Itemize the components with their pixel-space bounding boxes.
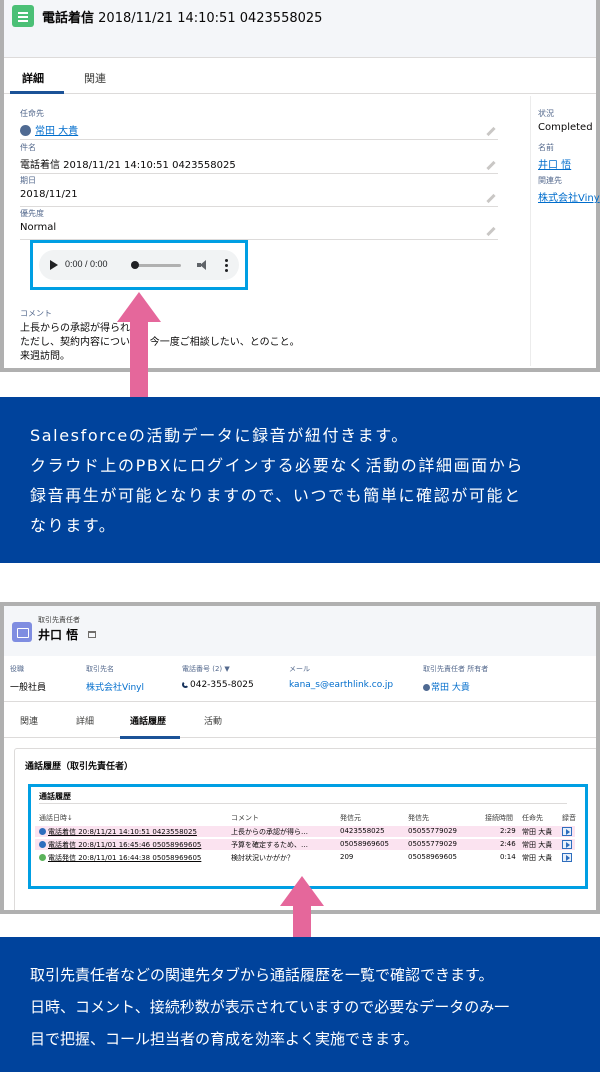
record-tabs: 関連 詳細 通話履歴 活動 <box>4 702 596 738</box>
assigned-to-link[interactable]: 常田 大貴 <box>20 122 498 137</box>
highlight-account: 取引先名 株式会社Vinyl <box>86 665 144 693</box>
table-row: 電話着信 20:8/11/01 16:45:46 05058969605 予算を… <box>35 839 575 850</box>
incoming-call-icon <box>39 828 46 835</box>
highlight-owner: 取引先責任者 所有者 常田 大貴 <box>423 665 489 693</box>
field-assigned-to: 任命先 常田 大貴 <box>20 108 498 140</box>
task-icon <box>12 5 34 27</box>
pointer-arrow-head <box>117 292 161 322</box>
volume-icon[interactable] <box>197 260 209 270</box>
email-link[interactable]: kana_s@earthlink.co.jp <box>289 680 393 690</box>
audio-progress-thumb[interactable] <box>131 261 139 269</box>
phone-value[interactable]: 042-355-8025 <box>182 680 254 690</box>
activity-detail-panel: 電話着信 2018/11/21 14:10:51 0423558025 詳細 関… <box>4 0 600 368</box>
column-divider <box>530 96 531 366</box>
contact-screenshot: 取引先責任者 井口 悟 役職 一般社員 取引先名 株式会社Vinyl 電話番号 … <box>0 602 600 914</box>
field-due-date: 期日 2018/11/21 <box>20 175 498 207</box>
play-icon[interactable] <box>50 260 58 270</box>
audio-time: 0:00 / 0:00 <box>65 259 108 269</box>
table-row: 電話着信 20:8/11/21 14:10:51 0423558025 上長から… <box>35 826 575 837</box>
tab-related[interactable]: 関連 <box>84 70 106 86</box>
phone-icon <box>182 681 189 688</box>
record-tabs: 詳細 関連 <box>4 58 596 94</box>
user-avatar-icon <box>20 125 31 136</box>
name-link[interactable]: 井口 悟 <box>538 156 571 171</box>
account-link[interactable]: 株式会社Vinyl <box>86 680 144 693</box>
play-recording-icon[interactable] <box>562 827 572 836</box>
field-status: 状況 Completed <box>538 109 593 133</box>
highlight-title: 役職 一般社員 <box>10 665 47 693</box>
tab-detail[interactable]: 詳細 <box>76 714 94 727</box>
caption-banner-recording: Salesforceの活動データに録音が紐付きます。 クラウド上のPBXにログイ… <box>0 397 600 563</box>
tab-detail[interactable]: 詳細 <box>22 70 44 86</box>
audio-player: 0:00 / 0:00 <box>39 250 239 280</box>
more-options-icon[interactable] <box>225 259 228 272</box>
related-to-link[interactable]: 株式会社Viny <box>538 189 600 204</box>
tab-activity[interactable]: 活動 <box>204 714 222 727</box>
record-header: 取引先責任者 井口 悟 <box>4 606 596 656</box>
field-related-to: 関連先 株式会社Viny <box>538 176 600 204</box>
record-header: 電話着信 2018/11/21 14:10:51 0423558025 <box>4 0 596 58</box>
active-tab-indicator <box>120 736 180 739</box>
highlight-email: メール kana_s@earthlink.co.jp <box>289 665 394 690</box>
audio-player-highlight: 0:00 / 0:00 <box>30 240 248 290</box>
pointer-arrow-shaft <box>130 321 148 397</box>
tab-related[interactable]: 関連 <box>20 714 38 727</box>
highlight-phone: 電話番号 (2) ▼ 042-355-8025 <box>182 665 254 690</box>
call-record-link[interactable]: 電話発信 20:8/11/01 16:44:38 05058969605 <box>48 854 201 862</box>
record-title: 電話着信 2018/11/21 14:10:51 0423558025 <box>42 11 323 26</box>
field-priority: 優先度 Normal <box>20 208 498 240</box>
contact-icon <box>12 622 32 642</box>
activity-screenshot: 電話着信 2018/11/21 14:10:51 0423558025 詳細 関… <box>0 0 600 372</box>
pointer-arrow-head <box>280 876 324 906</box>
outgoing-call-icon <box>39 854 46 861</box>
contact-name: 井口 悟 <box>38 628 79 642</box>
pointer-arrow-shaft <box>293 905 311 939</box>
call-log-highlight: 通話履歴 通話日時↓ コメント 発信元 発信先 接続時間 任命先 録音 電話着信… <box>28 784 588 889</box>
caption-banner-call-history: 取引先責任者などの関連先タブから通話履歴を一覧で確認できます。 日時、コメント、… <box>0 937 600 1072</box>
call-record-link[interactable]: 電話着信 20:8/11/21 14:10:51 0423558025 <box>48 828 197 836</box>
hierarchy-icon[interactable] <box>88 631 96 638</box>
owner-link[interactable]: 常田 大貴 <box>423 680 488 693</box>
field-name: 名前 井口 悟 <box>538 143 572 171</box>
table-row: 電話発信 20:8/11/01 16:44:38 05058969605 検討状… <box>35 852 575 863</box>
highlights-panel: 役職 一般社員 取引先名 株式会社Vinyl 電話番号 (2) ▼ 042-35… <box>4 656 596 702</box>
table-header: 通話日時↓ コメント 発信元 発信先 接続時間 任命先 録音 <box>39 814 576 822</box>
field-comment: コメント 上長からの承認が得られ ただし、契約内容について 今一度ご相談したい、… <box>20 308 498 364</box>
divider <box>39 803 567 804</box>
field-subject: 件名 電話着信 2018/11/21 14:10:51 0423558025 <box>20 142 498 174</box>
tab-call-history[interactable]: 通話履歴 <box>130 714 166 727</box>
call-record-link[interactable]: 電話着信 20:8/11/01 16:45:46 05058969605 <box>48 841 201 849</box>
user-avatar-icon <box>423 684 430 691</box>
play-recording-icon[interactable] <box>562 853 572 862</box>
play-recording-icon[interactable] <box>562 840 572 849</box>
comment-text: 上長からの承認が得られ ただし、契約内容について 今一度ご相談したい、とのこと。… <box>20 323 300 362</box>
active-tab-indicator <box>10 91 64 94</box>
incoming-call-icon <box>39 841 46 848</box>
